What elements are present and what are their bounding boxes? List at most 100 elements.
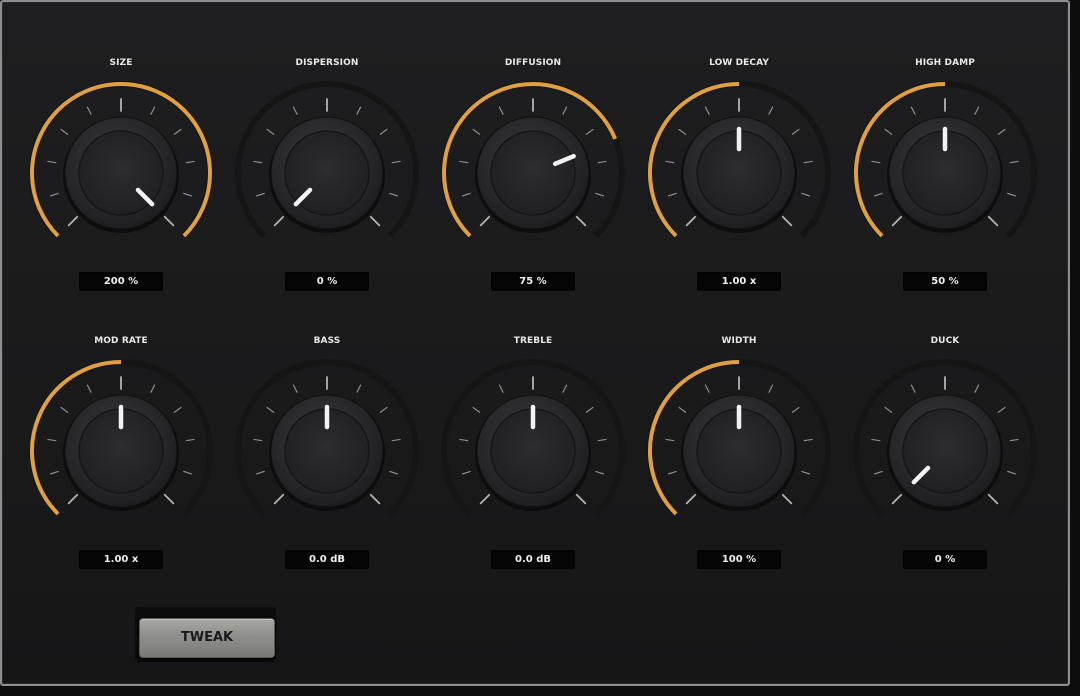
knob-high-damp-dial[interactable]: [842, 70, 1048, 276]
knob-tick: [185, 160, 195, 164]
knob-tick: [668, 470, 677, 475]
knob-tick: [389, 192, 398, 197]
knob-tick: [791, 406, 800, 413]
knob-treble-label: TREBLE: [513, 336, 553, 346]
knob-tick: [256, 192, 265, 197]
knob-tick: [874, 192, 883, 197]
knob-size-label: SIZE: [109, 58, 133, 68]
knob-treble-value[interactable]: 0.0 dB: [491, 550, 575, 569]
knob-high-damp-value[interactable]: 50 %: [903, 272, 987, 291]
knob-tick: [369, 215, 381, 227]
knob-size-value[interactable]: 200 %: [79, 272, 163, 291]
knob-diffusion[interactable]: DIFFUSION 75 %: [430, 58, 636, 298]
knob-low-decay[interactable]: LOW DECAY 1.00 x: [636, 58, 842, 298]
knob-mod-rate-value[interactable]: 1.00 x: [79, 550, 163, 569]
knob-tick: [791, 128, 800, 135]
knob-tick: [585, 406, 594, 413]
knob-low-decay-dial[interactable]: [636, 70, 842, 276]
knob-tick: [173, 128, 182, 135]
tweak-button[interactable]: TWEAK: [139, 618, 275, 658]
knob-tick: [183, 192, 192, 197]
knob-duck[interactable]: DUCK 0 %: [842, 336, 1048, 576]
knob-tick: [678, 128, 687, 135]
knob-size[interactable]: SIZE 200 %: [18, 58, 224, 298]
knob-tick: [50, 470, 59, 475]
knob-tick: [150, 384, 156, 393]
knob-tick: [292, 384, 298, 393]
knob-tick: [685, 215, 697, 227]
knob-tick: [150, 106, 156, 115]
knob-tick: [910, 106, 916, 115]
knob-tick: [472, 406, 481, 413]
knob-dispersion-value[interactable]: 0 %: [285, 272, 369, 291]
knob-tick: [50, 192, 59, 197]
knob-tick: [595, 470, 604, 475]
knob-treble-dial[interactable]: [430, 348, 636, 554]
knob-width-dial[interactable]: [636, 348, 842, 554]
knob-tick: [479, 215, 491, 227]
knob-tick: [891, 493, 903, 505]
knob-tick: [562, 106, 568, 115]
knob-tick: [678, 406, 687, 413]
knob-tick: [389, 470, 398, 475]
knob-tick: [575, 493, 587, 505]
knob-treble[interactable]: TREBLE 0.0 dB: [430, 336, 636, 576]
knob-tick: [974, 384, 980, 393]
knob-tick: [86, 106, 92, 115]
knob-size-dial[interactable]: [18, 70, 224, 276]
knob-width-value[interactable]: 100 %: [697, 550, 781, 569]
knob-tick: [67, 493, 79, 505]
knob-duck-dial[interactable]: [842, 348, 1048, 554]
knob-dispersion-dial[interactable]: [224, 70, 430, 276]
knob-tick: [803, 438, 813, 442]
knob-tick: [871, 160, 881, 164]
knob-mod-rate-dial[interactable]: [18, 348, 224, 554]
knob-width[interactable]: WIDTH 100 %: [636, 336, 842, 576]
knob-tick: [801, 192, 810, 197]
knob-tick: [273, 215, 285, 227]
knob-diffusion-dial[interactable]: [430, 70, 636, 276]
knob-tick: [273, 493, 285, 505]
knob-tick: [391, 160, 401, 164]
knob-tick: [768, 384, 774, 393]
knob-tick: [292, 106, 298, 115]
knob-tick: [987, 493, 999, 505]
knob-diffusion-value[interactable]: 75 %: [491, 272, 575, 291]
knob-tick: [685, 493, 697, 505]
knob-tick: [253, 160, 263, 164]
knob-low-decay-label: LOW DECAY: [709, 58, 769, 68]
knob-tick: [597, 438, 607, 442]
knob-mod-rate[interactable]: MOD RATE 1.00 x: [18, 336, 224, 576]
knob-tick: [379, 406, 388, 413]
knob-tick: [874, 470, 883, 475]
knob-tick: [803, 160, 813, 164]
knob-tick: [987, 215, 999, 227]
knob-tick: [871, 438, 881, 442]
knob-tick: [253, 438, 263, 442]
knob-low-decay-value[interactable]: 1.00 x: [697, 272, 781, 291]
knob-high-damp[interactable]: HIGH DAMP 50 %: [842, 58, 1048, 298]
knob-tick: [266, 128, 275, 135]
knob-tick: [462, 470, 471, 475]
knob-tick: [884, 406, 893, 413]
knob-bass[interactable]: BASS 0.0 dB: [224, 336, 430, 576]
knob-tick: [459, 160, 469, 164]
knob-tick: [1009, 160, 1019, 164]
knob-tick: [595, 192, 604, 197]
knob-diffusion-label: DIFFUSION: [504, 58, 562, 68]
knob-bass-value[interactable]: 0.0 dB: [285, 550, 369, 569]
knob-tick: [1009, 438, 1019, 442]
knob-tick: [356, 384, 362, 393]
knob-duck-value[interactable]: 0 %: [903, 550, 987, 569]
knob-tick: [704, 106, 710, 115]
knob-tick: [562, 384, 568, 393]
knob-tick: [173, 406, 182, 413]
knob-high-damp-label: HIGH DAMP: [915, 58, 975, 68]
knob-tick: [479, 493, 491, 505]
knob-bass-dial[interactable]: [224, 348, 430, 554]
knob-tick: [704, 384, 710, 393]
knob-tick: [60, 128, 69, 135]
knob-dispersion[interactable]: DISPERSION 0 %: [224, 58, 430, 298]
knob-tick: [163, 493, 175, 505]
knob-tick: [47, 160, 57, 164]
